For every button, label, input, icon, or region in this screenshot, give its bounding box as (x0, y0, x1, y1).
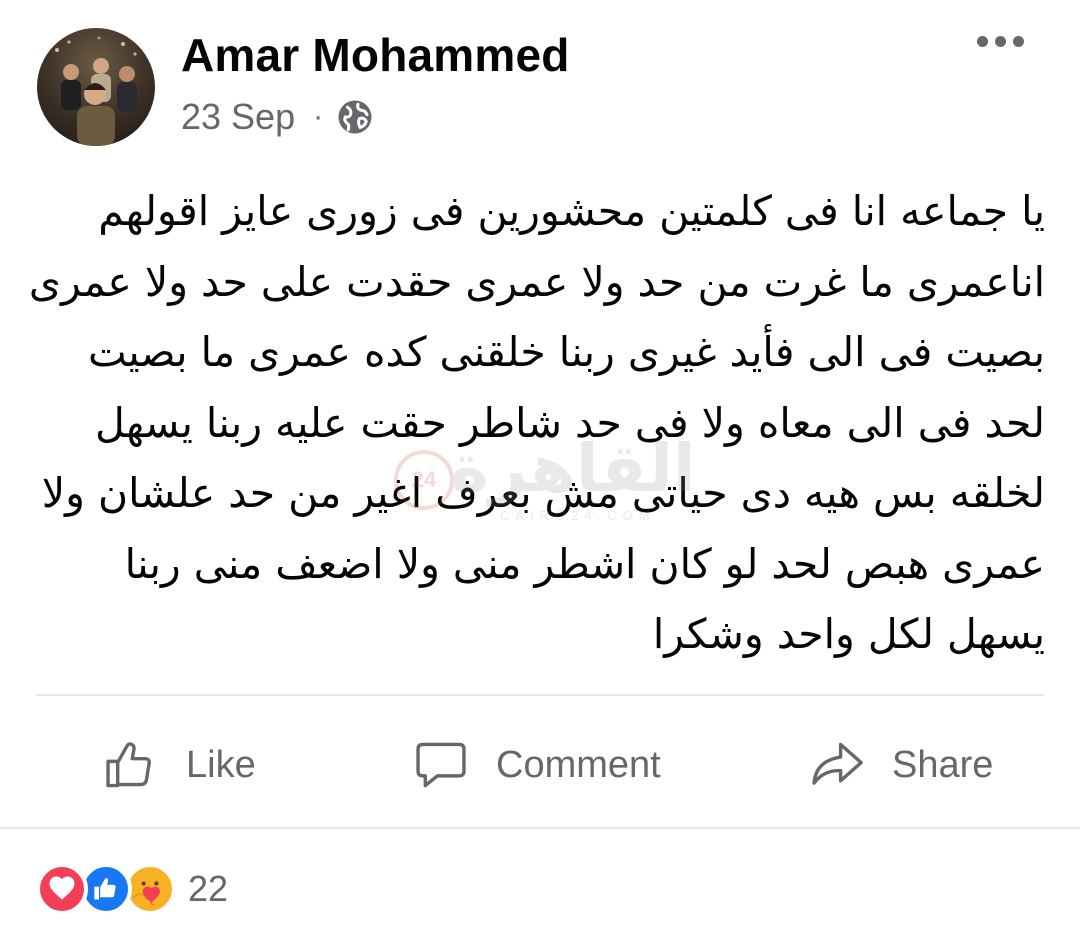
post-text-line: اناعمرى ما غرت من حد ولا عمرى حقدت على ح… (28, 257, 1045, 306)
divider (36, 694, 1044, 696)
comment-label: Comment (496, 743, 661, 786)
post-text-line: يسهل لكل واحد وشكرا (652, 610, 1045, 658)
post-text-line: عمرى هبص لحد لو كان اشطر منى ولا اضعف من… (124, 539, 1045, 588)
share-button[interactable]: Share (808, 724, 993, 806)
meta-separator: · (313, 100, 324, 133)
author-name[interactable]: Amar Mohammed (181, 28, 570, 82)
comment-bubble-icon (416, 742, 466, 788)
facebook-post: Amar Mohammed 23 Sep · يا جماعه انا فى ك… (0, 0, 1080, 944)
comment-button[interactable]: Comment (412, 724, 661, 806)
post-body-text: يا جماعه انا فى كلمتين محشورين فى زورى ع… (28, 176, 1045, 670)
globe-icon[interactable] (337, 99, 373, 135)
more-dot-icon (1013, 36, 1024, 47)
post-text-line: لخلقه بس هيه دى حياتى مش بعرف اغير من حد… (41, 469, 1045, 517)
love-reaction-icon (36, 863, 88, 915)
divider (0, 827, 1080, 829)
post-text-line: يا جماعه انا فى كلمتين محشورين فى زورى ع… (98, 187, 1045, 235)
like-button[interactable]: Like (102, 724, 256, 806)
more-dot-icon (977, 36, 988, 47)
more-dot-icon (995, 36, 1006, 47)
reactions-summary[interactable]: 22 (36, 862, 228, 916)
avatar-photo-icon (55, 36, 137, 146)
reaction-count: 22 (188, 868, 229, 909)
like-label: Like (186, 743, 256, 786)
post-date[interactable]: 23 Sep (181, 96, 295, 138)
thumbs-up-icon (106, 742, 151, 788)
share-label: Share (892, 743, 994, 786)
share-arrow-icon (812, 742, 863, 785)
author-avatar[interactable] (37, 28, 155, 146)
post-text-line: بصيت فى الى فأيد غيرى ربنا خلقنى كده عمر… (87, 328, 1045, 376)
post-text-line: لحد فى الى معاه ولا فى حد شاطر حقت عليه … (94, 398, 1045, 447)
more-options-button[interactable] (977, 36, 1024, 47)
action-bar: Like Comment Share (0, 724, 1080, 806)
post-meta: 23 Sep · (181, 96, 373, 138)
